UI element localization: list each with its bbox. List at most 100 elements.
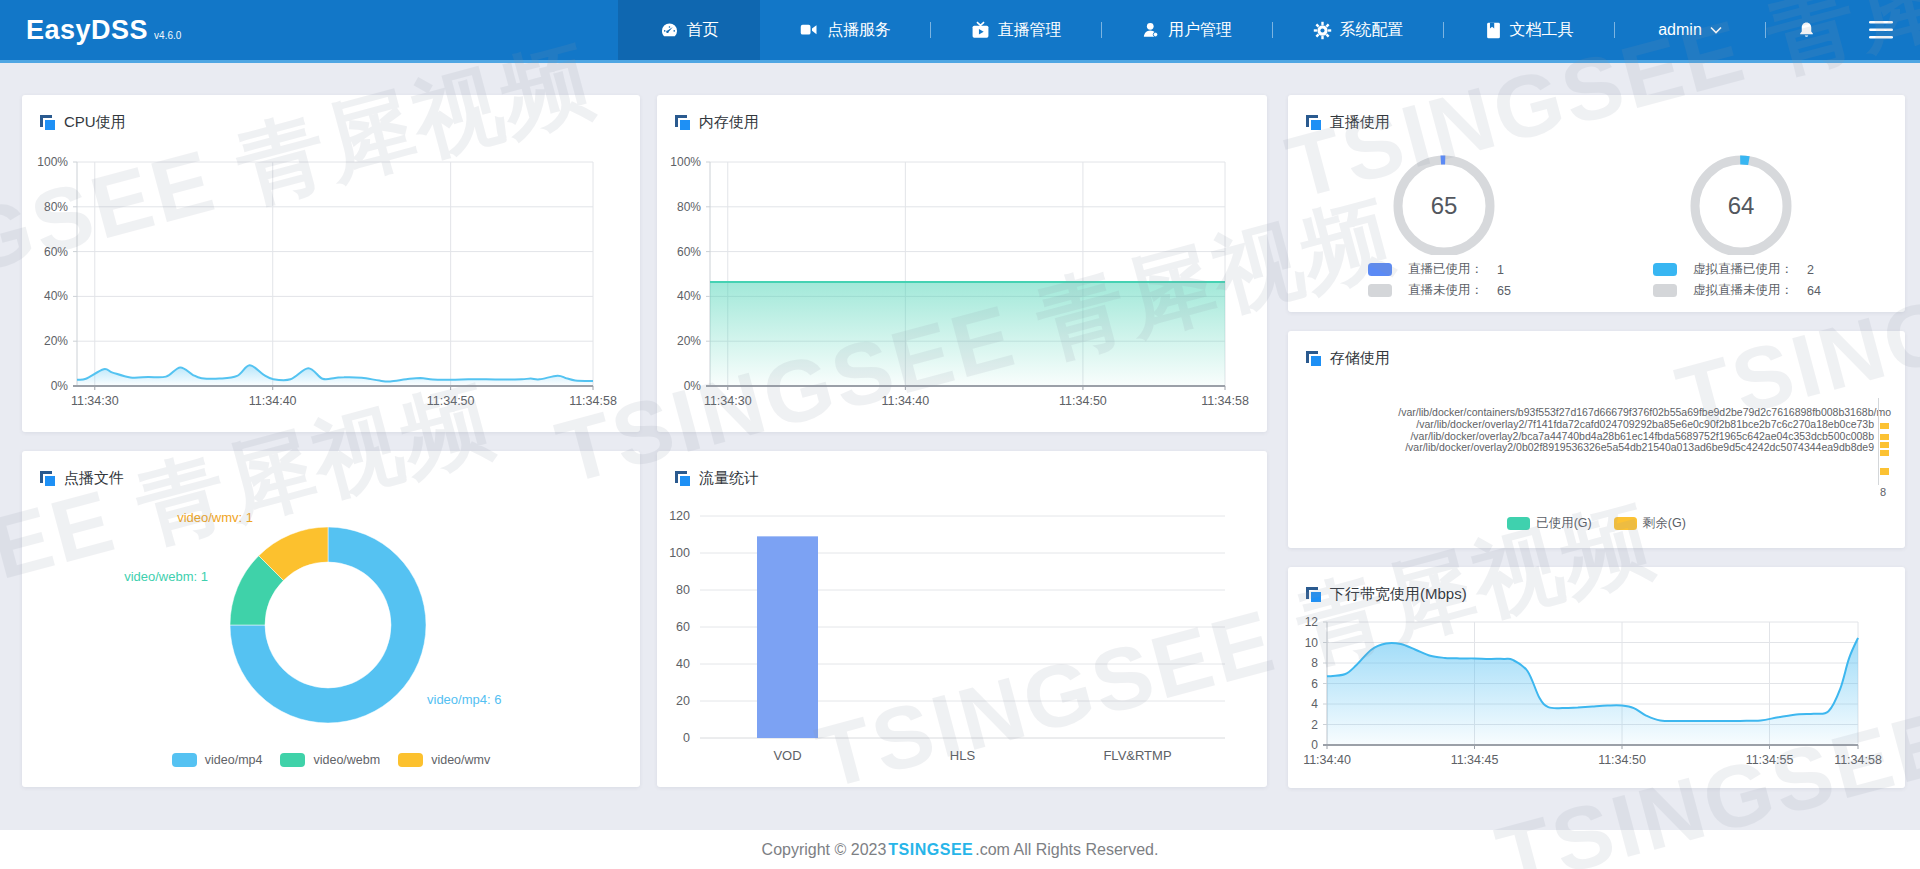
nav-item-system-config[interactable]: 系统配置 — [1273, 0, 1443, 60]
svg-text:65: 65 — [1431, 192, 1458, 219]
legend-swatch — [1507, 517, 1530, 530]
user-menu[interactable]: admin — [1615, 0, 1765, 60]
storage-bar-fragment — [1880, 442, 1889, 448]
svg-text:20%: 20% — [44, 334, 68, 348]
nav-item-live-manage[interactable]: 直播管理 — [931, 0, 1101, 60]
svg-text:40%: 40% — [677, 289, 701, 303]
svg-text:0%: 0% — [684, 379, 702, 393]
svg-text:20: 20 — [676, 694, 690, 708]
vod-files-legend: video/mp4 video/webm video/wmv — [22, 753, 640, 767]
svg-text:100: 100 — [669, 546, 690, 560]
nav-item-label: 系统配置 — [1340, 20, 1404, 41]
card-bandwidth-usage: 下行带宽使用(Mbps) 02468101211:34:4011:34:4511… — [1288, 567, 1905, 788]
svg-text:11:34:45: 11:34:45 — [1451, 753, 1499, 767]
storage-path-row: /var/lib/docker/containers/b93f553f27d16… — [1398, 406, 1891, 418]
card-storage-usage: 存储使用 /var/lib/docker/containers/b93f553f… — [1288, 331, 1905, 548]
card-vod-files: 点播文件 video/wmv: 1video/webm: 1video/mp4:… — [22, 451, 640, 787]
card-live-usage: 直播使用 6564 直播已使用：1 直播未使用：65 虚拟直播已使用：2 虚拟直… — [1288, 95, 1905, 312]
hamburger-menu-button[interactable] — [1846, 0, 1916, 60]
svg-text:60: 60 — [676, 620, 690, 634]
legend-item: 虚拟直播未使用：64 — [1653, 280, 1821, 301]
svg-text:20%: 20% — [677, 334, 701, 348]
svg-text:0: 0 — [1311, 738, 1318, 752]
storage-axis-line — [1878, 398, 1879, 485]
dashboard-page: EasyDSS v4.6.0 首页 点播服务 直播管理 用户管理 — [0, 0, 1920, 869]
storage-bar-fragment — [1880, 434, 1889, 440]
svg-text:11:34:50: 11:34:50 — [1059, 394, 1107, 408]
notifications-button[interactable] — [1766, 0, 1846, 60]
svg-text:11:34:40: 11:34:40 — [881, 394, 929, 408]
svg-text:11:34:58: 11:34:58 — [1201, 394, 1249, 408]
legend-swatch — [1653, 284, 1677, 297]
legend-swatch — [1368, 284, 1392, 297]
svg-text:80%: 80% — [44, 200, 68, 214]
svg-text:11:34:58: 11:34:58 — [1834, 753, 1882, 767]
hamburger-icon — [1869, 21, 1893, 39]
legend-item: video/webm — [280, 753, 380, 767]
svg-text:60%: 60% — [677, 245, 701, 259]
copyright-text: Copyright © 2023 — [762, 841, 887, 859]
legend-item: 已使用(G) — [1507, 515, 1592, 532]
svg-text:FLV&RTMP: FLV&RTMP — [1103, 748, 1171, 763]
svg-text:40: 40 — [676, 657, 690, 671]
svg-text:10: 10 — [1305, 636, 1319, 650]
legend-item: video/mp4 — [172, 753, 263, 767]
doc-book-icon — [1485, 21, 1502, 40]
dashboard-icon — [660, 21, 679, 40]
svg-text:11:34:50: 11:34:50 — [1598, 753, 1646, 767]
navbar: EasyDSS v4.6.0 首页 点播服务 直播管理 用户管理 — [0, 0, 1920, 60]
legend-swatch — [280, 753, 305, 767]
nav-item-doc-tools[interactable]: 文档工具 — [1444, 0, 1614, 60]
svg-text:40%: 40% — [44, 289, 68, 303]
svg-text:4: 4 — [1311, 697, 1318, 711]
svg-text:HLS: HLS — [950, 748, 976, 763]
storage-axis-tick-label: 8 — [1880, 486, 1886, 498]
traffic-bar-chart: 020406080100120VODHLSFLV&RTMP — [657, 451, 1267, 787]
navbar-accent-line — [0, 60, 1920, 63]
bell-icon — [1797, 20, 1816, 40]
memory-usage-chart: 0%20%40%60%80%100%11:34:3011:34:4011:34:… — [657, 95, 1267, 432]
vod-files-donut-chart: video/wmv: 1 video/webm: 1 video/mp4: 6 — [22, 451, 640, 751]
live-gauge-legend: 虚拟直播已使用：2 虚拟直播未使用：64 — [1653, 259, 1821, 301]
svg-text:80: 80 — [676, 583, 690, 597]
app-version: v4.6.0 — [154, 30, 181, 41]
live-usage-gauges: 65 64 — [1288, 95, 1905, 255]
svg-text:11:34:50: 11:34:50 — [427, 394, 475, 408]
live-gauge-legend: 直播已使用：1 直播未使用：65 — [1368, 259, 1511, 301]
bandwidth-chart: 02468101211:34:4011:34:4511:34:5011:34:5… — [1288, 567, 1905, 788]
svg-text:8: 8 — [1311, 656, 1318, 670]
svg-text:video/webm: 1: video/webm: 1 — [124, 569, 208, 584]
svg-text:80%: 80% — [677, 200, 701, 214]
gear-icon — [1313, 21, 1332, 40]
legend-swatch — [1368, 263, 1392, 276]
nav-item-vod-service[interactable]: 点播服务 — [760, 0, 930, 60]
card-traffic-stats: 流量统计 020406080100120VODHLSFLV&RTMP — [657, 451, 1267, 787]
live-tv-icon — [971, 21, 990, 40]
storage-bar-fragment — [1880, 468, 1889, 475]
app-logo[interactable]: EasyDSS v4.6.0 — [26, 0, 181, 60]
svg-text:11:34:30: 11:34:30 — [704, 394, 752, 408]
storage-path-row: /var/lib/docker/overlay2/bca7a44740bd4a2… — [1410, 430, 1874, 442]
storage-bar-fragment — [1880, 423, 1889, 429]
nav-item-home[interactable]: 首页 — [618, 0, 760, 60]
svg-text:video/wmv: 1: video/wmv: 1 — [177, 510, 253, 525]
legend-item: 直播未使用：65 — [1368, 280, 1511, 301]
legend-swatch — [398, 753, 423, 767]
nav-item-user-manage[interactable]: 用户管理 — [1102, 0, 1272, 60]
app-name: EasyDSS — [26, 16, 148, 44]
legend-swatch — [1614, 517, 1637, 530]
svg-text:100%: 100% — [37, 155, 68, 169]
legend-swatch — [1653, 263, 1677, 276]
svg-text:6: 6 — [1311, 677, 1318, 691]
legend-item: 剩余(G) — [1614, 515, 1686, 532]
svg-text:60%: 60% — [44, 245, 68, 259]
svg-text:64: 64 — [1728, 192, 1755, 219]
chevron-down-icon — [1710, 26, 1722, 34]
nav-item-label: 用户管理 — [1168, 20, 1232, 41]
svg-text:11:34:55: 11:34:55 — [1746, 753, 1794, 767]
storage-path-row: /var/lib/docker/overlay2/7f141fda72cafd0… — [1416, 418, 1874, 430]
svg-text:video/mp4: 6: video/mp4: 6 — [427, 692, 501, 707]
svg-text:120: 120 — [669, 509, 690, 523]
user-icon — [1142, 21, 1160, 39]
card-title: 存储使用 — [1330, 349, 1390, 368]
